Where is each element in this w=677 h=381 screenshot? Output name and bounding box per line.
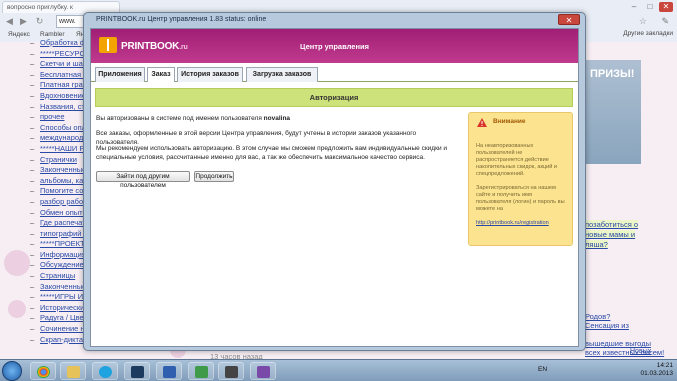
app-icon: [195, 366, 208, 378]
right-link[interactable]: позаботиться о: [585, 220, 639, 229]
bookmark-rambler[interactable]: Rambler: [40, 31, 65, 38]
center-title: Центр управления: [300, 42, 369, 51]
wrench-icon[interactable]: ✎: [661, 16, 669, 27]
start-button[interactable]: [2, 361, 22, 381]
taskbar-printbook[interactable]: [218, 362, 244, 380]
warning-text: На неавторизованных пользователей не рас…: [476, 143, 558, 177]
login-other-user-button[interactable]: Зайти под другим пользователем: [96, 171, 190, 189]
right-link[interactable]: Родов?: [585, 312, 610, 321]
continue-button[interactable]: Продолжить: [194, 171, 234, 182]
minimize-icon[interactable]: –: [627, 2, 641, 12]
tab-bar: Приложения Заказ История заказов Загрузк…: [91, 63, 578, 83]
right-link[interactable]: вышедшие выгоды: [585, 339, 651, 348]
forward-icon[interactable]: ▶: [18, 16, 29, 27]
warning-title: Внимание: [493, 118, 526, 125]
warning-icon: [477, 118, 487, 127]
auth-status-text: Вы авторизованы в системе под именем пол…: [96, 115, 291, 122]
chrome-icon: [37, 366, 50, 378]
app-icon: [257, 366, 270, 378]
folder-icon: [67, 366, 80, 378]
bookmark-yandex[interactable]: Яндекс: [8, 31, 30, 38]
language-indicator[interactable]: EN: [538, 366, 547, 373]
order-panel: Авторизация Вы авторизованы в системе по…: [91, 82, 578, 346]
tab-applications[interactable]: Приложения: [95, 67, 145, 82]
close-icon[interactable]: ✕: [659, 2, 673, 12]
taskbar-explorer[interactable]: [60, 362, 86, 380]
auth-title-bar: Авторизация: [95, 88, 573, 107]
right-link[interactable]: новые мамы и: [585, 230, 636, 239]
flower-decoration: [4, 250, 30, 276]
reload-icon[interactable]: ↻: [34, 16, 45, 27]
window-title: PRINTBOOK.ru Центр управления 1.83 statu…: [96, 16, 267, 23]
taskbar-word[interactable]: [156, 362, 182, 380]
taskbar-app-green[interactable]: [188, 362, 214, 380]
clock[interactable]: 14:21 01.03.2013: [640, 362, 673, 378]
photoshop-icon: [131, 366, 144, 378]
auth-username: novalina: [263, 115, 291, 122]
back-icon[interactable]: ◀: [4, 16, 15, 27]
window-body: PRINTBOOK.ru Центр управления Приложения…: [90, 28, 579, 347]
maximize-icon[interactable]: □: [643, 2, 657, 12]
bookmark-star-icon[interactable]: ☆: [639, 16, 647, 27]
flower-decoration: [8, 300, 26, 318]
ad-banner-text: ПРИЗЫ!: [590, 68, 635, 80]
tab-order[interactable]: Заказ: [147, 67, 175, 83]
printbook-icon: [225, 366, 238, 378]
tab-order-history[interactable]: История заказов: [177, 67, 243, 82]
header-band: PRINTBOOK.ru Центр управления: [91, 29, 578, 63]
right-link[interactable]: всех известных писем!: [585, 348, 664, 357]
right-link[interactable]: Сенсация из: [585, 321, 629, 330]
taskbar-photoshop[interactable]: [124, 362, 150, 380]
taskbar: EN 14:21 01.03.2013: [0, 359, 677, 381]
window-close-button[interactable]: ✕: [558, 14, 580, 25]
taskbar-skype[interactable]: [92, 362, 118, 380]
taskbar-chrome[interactable]: [30, 362, 56, 380]
news-label[interactable]: Новых: [630, 348, 651, 355]
registration-link[interactable]: http://printbook.ru/registration: [476, 220, 549, 226]
word-icon: [163, 366, 176, 378]
right-link[interactable]: ляша?: [585, 240, 608, 249]
control-center-window: PRINTBOOK.ru Центр управления 1.83 statu…: [83, 12, 586, 351]
warning-register-text: Зарегистрироваться на нашем сайте и полу…: [476, 185, 565, 212]
auth-recommend-text: Мы рекомендуем использовать авторизацию.…: [96, 145, 448, 161]
skype-icon: [99, 366, 112, 378]
taskbar-app-purple[interactable]: [250, 362, 276, 380]
other-bookmarks[interactable]: Другие закладки: [623, 30, 673, 37]
tab-order-upload[interactable]: Загрузка заказов: [246, 67, 318, 82]
warning-panel: Внимание На неавторизованных пользовател…: [468, 112, 573, 246]
